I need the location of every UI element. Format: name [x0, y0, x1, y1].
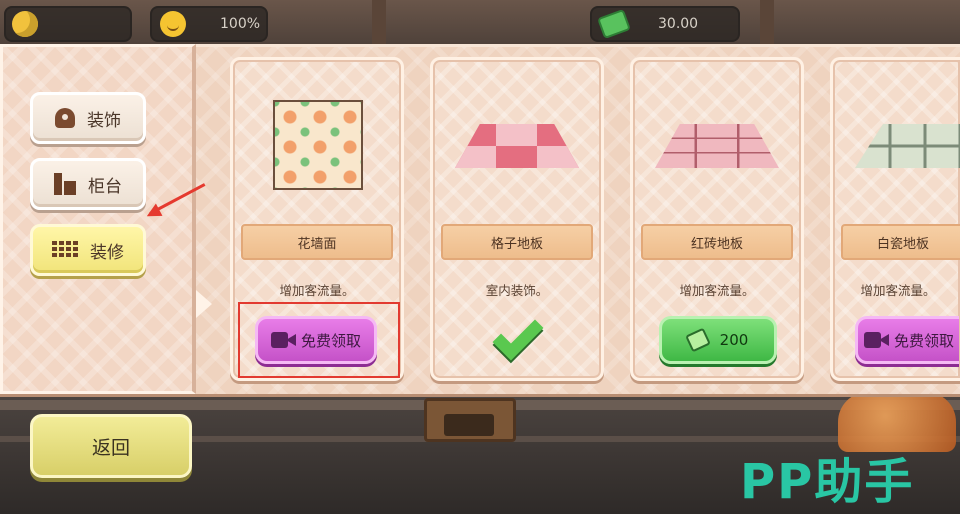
item-card-checker-floor[interactable]: 格子地板 室内装饰。: [430, 57, 604, 381]
money-value: 30.00: [658, 16, 699, 32]
mood-value: 100%: [220, 16, 261, 32]
buy-button[interactable]: 200: [659, 316, 777, 364]
item-name: 白瓷地板: [841, 224, 960, 260]
red-brick-floor-preview: [655, 124, 779, 168]
wood-beam: [372, 0, 386, 48]
item-card-white-tile-floor[interactable]: 白瓷地板 增加客流量。 免费领取: [830, 57, 960, 381]
tab-label: 柜台: [88, 176, 122, 197]
back-button[interactable]: 返回: [30, 414, 192, 478]
tab-label: 装饰: [87, 110, 121, 131]
pp-assistant-logo: PP助手: [740, 454, 915, 510]
moon-icon: [12, 11, 38, 37]
checkmark-icon: [492, 309, 544, 361]
cash-icon: [684, 327, 711, 353]
counter-icon: [54, 173, 76, 195]
item-name: 红砖地板: [641, 224, 793, 260]
white-tile-floor-preview: [855, 124, 960, 168]
item-description: 增加客流量。: [279, 283, 355, 298]
wood-beam: [760, 0, 774, 48]
back-label: 返回: [91, 436, 130, 459]
flower-icon: [55, 108, 75, 128]
money-indicator: 30.00: [590, 6, 740, 42]
free-claim-button[interactable]: 免费领取: [855, 316, 959, 364]
day-indicator: [4, 6, 132, 42]
item-description: 增加客流量。: [679, 283, 755, 298]
item-name: 花墙面: [241, 224, 393, 260]
mood-indicator: 100%: [150, 6, 268, 42]
cash-icon: [597, 8, 631, 40]
crate-opening: [444, 414, 494, 436]
price-label: 200: [719, 331, 749, 349]
smiley-icon: [160, 11, 186, 37]
tab-renovation[interactable]: 装修: [30, 224, 146, 276]
button-label: 免费领取: [894, 331, 955, 350]
item-card-red-brick-floor[interactable]: 红砖地板 增加客流量。 200: [630, 57, 804, 381]
tab-label: 装修: [90, 242, 124, 263]
annotation-highlight-box: [238, 302, 400, 378]
video-icon: [864, 330, 890, 350]
sidebar-pointer: [196, 290, 212, 318]
flower-wall-preview: [273, 100, 363, 190]
tab-counter[interactable]: 柜台: [30, 158, 146, 210]
item-name: 格子地板: [441, 224, 593, 260]
bricks-icon: [52, 241, 78, 259]
checker-floor-preview: [455, 124, 579, 168]
item-description: 室内装饰。: [485, 283, 549, 298]
item-description: 增加客流量。: [860, 283, 936, 298]
tab-decoration[interactable]: 装饰: [30, 92, 146, 144]
scene-top-wall: [0, 0, 960, 48]
